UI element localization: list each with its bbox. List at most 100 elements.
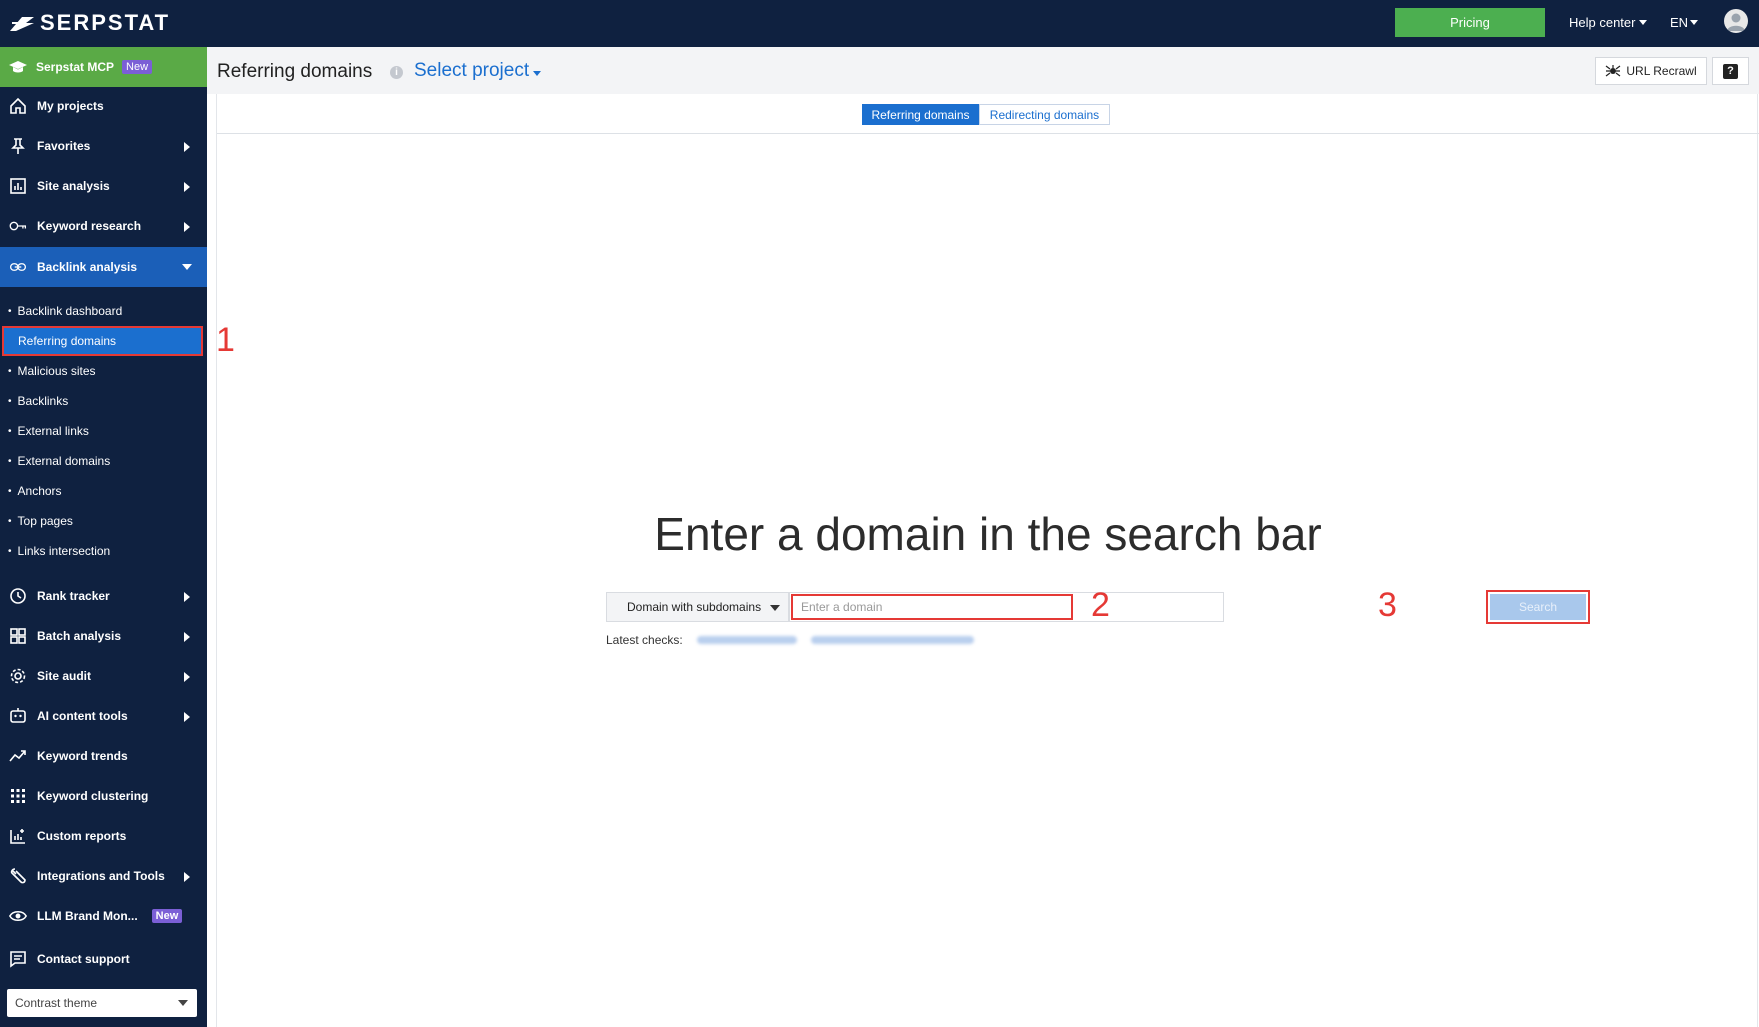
user-avatar[interactable] [1724, 9, 1748, 33]
sidebar-item-contact-support[interactable]: Contact support [0, 940, 207, 978]
sidebar-item-label: Backlink analysis [37, 260, 138, 274]
chevron-down-icon [1690, 20, 1699, 25]
latest-checks: Latest checks: [606, 633, 974, 647]
domain-search-input[interactable] [791, 594, 1073, 620]
pin-icon [8, 136, 28, 156]
chevron-down-icon [182, 264, 192, 270]
domain-input-wrapper [789, 592, 1224, 622]
tab-referring-domains[interactable]: Referring domains [862, 104, 979, 125]
sidebar-subitem-referring-domains[interactable]: Referring domains [2, 326, 203, 356]
wrench-icon [8, 866, 28, 886]
help-center-menu[interactable]: Help center [1569, 15, 1648, 30]
page-title: Referring domains [217, 61, 373, 82]
pricing-button[interactable]: Pricing [1395, 8, 1545, 37]
sidebar-subitem-label: Referring domains [18, 334, 117, 348]
sidebar-subitem-label: Top pages [17, 514, 73, 528]
sidebar-item-label: Integrations and Tools [37, 869, 165, 883]
sidebar-item-label: Site analysis [37, 179, 110, 193]
sidebar-item-site-audit[interactable]: Site audit [0, 657, 207, 695]
sidebar-item-label: AI content tools [37, 709, 128, 723]
chevron-right-icon [184, 182, 190, 192]
sidebar-subitem-label: Backlink dashboard [17, 304, 123, 318]
gear-icon [8, 666, 28, 686]
sidebar-item-favorites[interactable]: Favorites [0, 127, 207, 165]
sidebar-subitem-label: Anchors [17, 484, 62, 498]
sidebar-subitem-backlinks[interactable]: • Backlinks [0, 387, 207, 415]
project-select[interactable]: Select project [414, 60, 542, 82]
sidebar-item-rank-tracker[interactable]: Rank tracker [0, 577, 207, 615]
sidebar-item-llm-brand-monitoring[interactable]: LLM Brand Mon... New [0, 897, 207, 935]
chevron-right-icon [184, 712, 190, 722]
sidebar-item-custom-reports[interactable]: Custom reports [0, 817, 207, 855]
report-icon [8, 826, 28, 846]
bullet-icon: • [8, 365, 12, 377]
main-panel: Referring domains Redirecting domains En… [216, 94, 1759, 1027]
help-button[interactable]: ? [1712, 57, 1749, 85]
sidebar-subitem-external-links[interactable]: • External links [0, 417, 207, 445]
latest-check-link[interactable] [696, 636, 797, 644]
eye-icon [8, 906, 28, 926]
sidebar-item-ai-content-tools[interactable]: AI content tools [0, 697, 207, 735]
chevron-down-icon [178, 1000, 188, 1006]
sidebar-item-my-projects[interactable]: My projects [0, 87, 207, 125]
annotation-number: 2 [1091, 586, 1110, 624]
chat-icon [8, 949, 28, 969]
sidebar-item-batch-analysis[interactable]: Batch analysis [0, 617, 207, 655]
sidebar-item-label: Keyword clustering [37, 789, 149, 803]
annotation-number: 1 [216, 321, 235, 359]
sidebar-item-backlink-analysis[interactable]: Backlink analysis [0, 247, 207, 287]
logo-text: SERPSTAT [40, 10, 171, 35]
dots-grid-icon [8, 786, 28, 806]
sidebar-item-keyword-clustering[interactable]: Keyword clustering [0, 777, 207, 815]
bullet-icon: • [8, 305, 12, 317]
sidebar-item-label: Favorites [37, 139, 91, 153]
home-icon [8, 96, 28, 116]
chart-icon [8, 176, 28, 196]
spider-icon [1606, 65, 1621, 77]
sidebar-subitem-external-domains[interactable]: • External domains [0, 447, 207, 475]
url-recrawl-button[interactable]: URL Recrawl [1595, 57, 1707, 85]
sidebar-item-label: Rank tracker [37, 589, 110, 603]
serpstat-logo[interactable]: SERPSTAT [8, 10, 170, 36]
sidebar-subitem-label: External domains [17, 454, 111, 468]
sidebar-item-site-analysis[interactable]: Site analysis [0, 167, 207, 205]
grid-icon [8, 626, 28, 646]
sidebar-subitem-label: External links [17, 424, 89, 438]
sidebar-subitem-links-intersection[interactable]: • Links intersection [0, 537, 207, 565]
graduation-cap-icon [9, 61, 27, 73]
chevron-right-icon [184, 222, 190, 232]
chevron-right-icon [184, 592, 190, 602]
latest-check-link[interactable] [810, 636, 974, 644]
search-scope-select[interactable]: Domain with subdomains [606, 592, 789, 622]
empty-state-headline: Enter a domain in the search bar [654, 508, 1322, 560]
bullet-icon: • [8, 545, 12, 557]
sidebar-item-label: Keyword trends [37, 749, 128, 763]
bullet-icon: • [8, 455, 12, 467]
sidebar-item-label: Serpstat MCP [36, 60, 115, 74]
sidebar-subitem-label: Links intersection [17, 544, 111, 558]
sidebar-item-label: Batch analysis [37, 629, 122, 643]
sidebar-subitem-label: Malicious sites [17, 364, 96, 378]
info-icon[interactable]: i [390, 66, 403, 79]
sidebar-item-label: Contact support [37, 952, 130, 966]
sidebar-subitem-malicious-sites[interactable]: • Malicious sites [0, 357, 207, 385]
tab-redirecting-domains[interactable]: Redirecting domains [979, 104, 1110, 125]
search-scope-value: Domain with subdomains [627, 600, 762, 614]
sidebar-item-integrations-and-tools[interactable]: Integrations and Tools [0, 857, 207, 895]
sidebar: Serpstat MCP New My projects Favorites S… [0, 47, 207, 1027]
url-recrawl-label: URL Recrawl [1626, 64, 1697, 78]
sidebar-subitem-anchors[interactable]: • Anchors [0, 477, 207, 505]
language-select[interactable]: EN [1670, 15, 1699, 30]
chevron-right-icon [184, 142, 190, 152]
new-badge: New [122, 60, 153, 74]
sidebar-item-serpstat-mcp[interactable]: Serpstat MCP New [0, 47, 207, 87]
sidebar-subitem-backlink-dashboard[interactable]: • Backlink dashboard [0, 297, 207, 325]
sidebar-item-keyword-research[interactable]: Keyword research [0, 207, 207, 245]
sidebar-subitem-top-pages[interactable]: • Top pages [0, 507, 207, 535]
search-button[interactable]: Search [1490, 594, 1586, 620]
help-center-label: Help center [1569, 15, 1636, 30]
chevron-down-icon [533, 70, 542, 76]
sidebar-item-keyword-trends[interactable]: Keyword trends [0, 737, 207, 775]
theme-select[interactable]: Contrast theme [7, 989, 197, 1017]
sidebar-item-label: LLM Brand Mon... [37, 909, 138, 923]
